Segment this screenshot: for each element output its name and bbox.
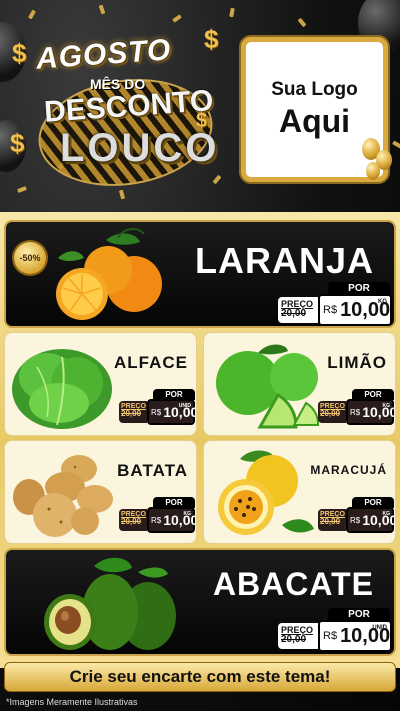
currency-symbol: R$ xyxy=(151,515,162,525)
new-price: R$ 10,00 KG xyxy=(346,507,396,533)
old-price: PREÇO 20,00 xyxy=(318,401,346,423)
price-unit: KG xyxy=(378,299,387,305)
product-name: ABACATE xyxy=(212,566,374,602)
currency-symbol: R$ xyxy=(323,304,338,316)
currency-symbol: R$ xyxy=(151,407,162,417)
price-unit: UNID xyxy=(372,625,387,631)
product-name: BATATA xyxy=(117,461,188,480)
potato-icon xyxy=(13,455,113,537)
price-tag: POR PREÇO 20,00 R$ 10,00 KG xyxy=(278,282,392,326)
price-unit: UNID xyxy=(178,403,191,409)
logo-line1: Sua Logo xyxy=(271,79,358,100)
old-price: PREÇO 20,00 xyxy=(119,509,147,531)
old-price-value: 20,00 xyxy=(121,517,142,526)
campaign-title: AGOSTO MÊS DO DESCONTO LOUCO xyxy=(8,20,230,198)
price-tag: POR PREÇO 20,00 R$ 10,00 UNID xyxy=(119,389,196,425)
dollar-sign-icon: $ xyxy=(10,128,25,158)
new-price: R$ 10,00 KG xyxy=(346,399,396,425)
new-price-value: 10,00 xyxy=(163,512,197,528)
old-price: PREÇO 20,00 xyxy=(278,623,318,649)
price-unit: KG xyxy=(382,403,391,409)
old-price: PREÇO 20,00 xyxy=(278,297,318,323)
old-price-value: 20,00 xyxy=(320,517,341,526)
new-price-value: 10,00 xyxy=(362,512,396,528)
product-name: LARANJA xyxy=(194,240,374,281)
balloon-icon xyxy=(366,162,380,180)
currency-symbol: R$ xyxy=(350,515,361,525)
old-price: PREÇO 20,00 xyxy=(119,401,147,423)
old-price: PREÇO 20,00 xyxy=(318,509,346,531)
old-price-value: 20,00 xyxy=(281,634,307,645)
product-card-maracuja: MARACUJÁ POR PREÇO 20,00 R$ 10,00 KG xyxy=(203,440,396,544)
price-unit: KG xyxy=(183,511,192,517)
confetti xyxy=(392,140,400,149)
product-card-batata: BATATA POR PREÇO 20,00 R$ 10,00 KG xyxy=(4,440,197,544)
price-tag: POR PREÇO 20,00 R$ 10,00 KG xyxy=(318,389,396,425)
product-card-limao: LIMÃO POR PREÇO 20,00 R$ 10,00 KG xyxy=(203,332,396,436)
logo-line2: Aqui xyxy=(278,103,351,139)
discount-badge: -50% xyxy=(14,242,46,274)
new-price: R$ 10,00 KG xyxy=(318,294,392,326)
product-card-alface: ALFACE POR PREÇO 20,00 R$ 10,00 UNID xyxy=(4,332,197,436)
old-price-value: 20,00 xyxy=(281,308,307,319)
price-tag: POR PREÇO 20,00 R$ 10,00 KG xyxy=(119,497,197,533)
price-unit: KG xyxy=(382,511,391,517)
confetti xyxy=(229,7,235,18)
new-price: R$ 10,00 UNID xyxy=(147,399,196,425)
header: AGOSTO MÊS DO DESCONTO LOUCO $ $ $ $ Sua… xyxy=(0,0,400,210)
product-card-laranja: -50% LARANJA POR PREÇO 20,00 R$ 10,00 KG xyxy=(4,220,396,328)
passion-fruit-icon xyxy=(218,450,314,535)
dollar-sign-icon: $ xyxy=(196,110,208,132)
new-price: R$ 10,00 KG xyxy=(147,507,197,533)
disclaimer-text: *Imagens Meramente Ilustrativas xyxy=(6,697,138,707)
product-name: ALFACE xyxy=(114,353,188,372)
products-panel: -50% LARANJA POR PREÇO 20,00 R$ 10,00 KG… xyxy=(0,212,400,668)
lime-icon xyxy=(216,344,320,429)
confetti xyxy=(297,17,307,28)
title-agosto: AGOSTO xyxy=(34,33,173,76)
old-price-value: 20,00 xyxy=(320,409,341,418)
product-card-abacate: ABACATE POR PREÇO 20,00 R$ 10,00 UNID xyxy=(4,548,396,656)
old-price-value: 20,00 xyxy=(121,409,142,418)
currency-symbol: R$ xyxy=(350,407,361,417)
product-name: MARACUJÁ xyxy=(310,463,387,477)
new-price-value: 10,00 xyxy=(362,404,396,420)
product-name: LIMÃO xyxy=(327,353,387,372)
currency-symbol: R$ xyxy=(323,630,338,642)
lettuce-icon xyxy=(12,349,112,429)
confetti xyxy=(98,4,106,15)
price-tag: POR PREÇO 20,00 R$ 10,00 UNID xyxy=(278,608,392,652)
confetti xyxy=(28,9,36,20)
cta-banner[interactable]: Crie seu encarte com este tema! xyxy=(4,662,396,692)
dollar-sign-icon: $ xyxy=(204,24,219,54)
avocado-icon xyxy=(44,557,176,650)
dollar-sign-icon: $ xyxy=(12,38,27,68)
orange-icon xyxy=(56,228,162,320)
logo-placeholder: Sua Logo Aqui xyxy=(241,37,388,182)
new-price: R$ 10,00 UNID xyxy=(318,620,392,652)
price-tag: POR PREÇO 20,00 R$ 10,00 KG xyxy=(318,497,396,533)
flyer-page: AGOSTO MÊS DO DESCONTO LOUCO $ $ $ $ Sua… xyxy=(0,0,400,711)
